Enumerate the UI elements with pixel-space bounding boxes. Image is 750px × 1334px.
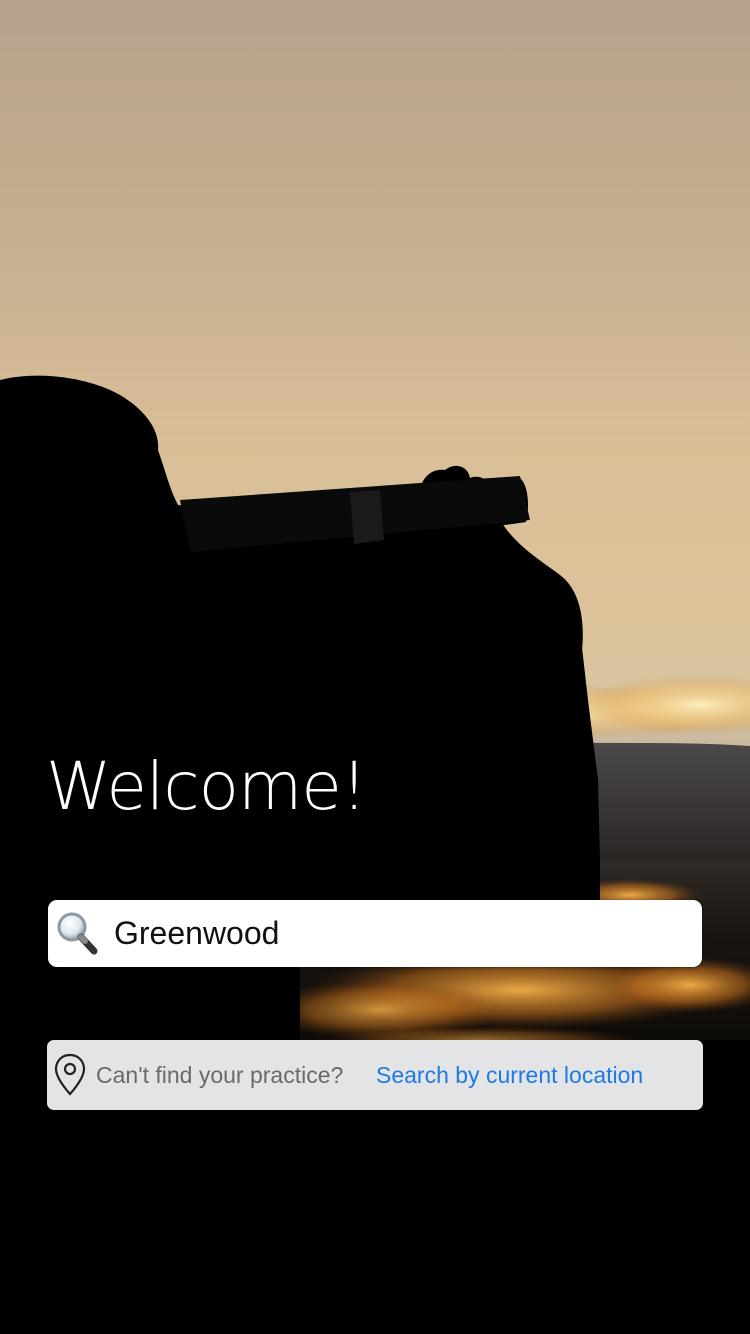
- background-photo: [0, 0, 750, 1334]
- location-pin-icon: [53, 1053, 87, 1097]
- search-by-location-link[interactable]: Search by current location: [376, 1040, 643, 1110]
- magnifier-icon: [57, 912, 98, 955]
- welcome-heading: Welcome!: [46, 748, 367, 825]
- cant-find-practice-text: Can't find your practice?: [96, 1062, 344, 1088]
- practice-search-box[interactable]: [48, 900, 702, 967]
- welcome-screen: Welcome! Can't find your practice? Sea: [0, 0, 750, 1334]
- practice-search-input[interactable]: [114, 900, 684, 967]
- location-search-bar[interactable]: Can't find your practice? Search by curr…: [47, 1040, 703, 1110]
